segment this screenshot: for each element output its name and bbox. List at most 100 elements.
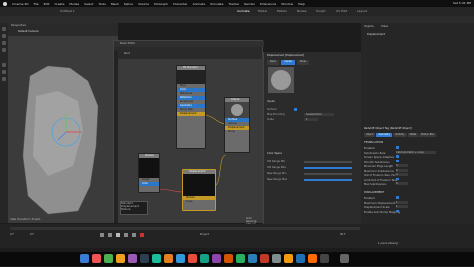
menu-item-create[interactable]: Create: [54, 2, 64, 6]
viewport-camera[interactable]: Default Camera: [18, 30, 38, 33]
tab-sculpt[interactable]: Sculpt: [316, 9, 325, 13]
menu-item-volume[interactable]: Volume: [138, 2, 149, 6]
timeline-ruler[interactable]: [10, 227, 360, 230]
tab-takes[interactable]: Takes: [381, 25, 388, 28]
tab-animate[interactable]: Animate: [237, 9, 250, 13]
left-toolbar: [0, 23, 8, 223]
attr-color-space-title[interactable]: Color Space: [267, 152, 282, 155]
move-tool-icon[interactable]: [2, 27, 6, 31]
command-toolbar: [0, 16, 474, 23]
node-displacement[interactable]: Displacement Texture Scale: [182, 169, 216, 211]
rotate-tool-icon[interactable]: [2, 34, 6, 38]
attr-tab-basic[interactable]: Basic: [267, 60, 280, 65]
tess-max-subdiv-field[interactable]: 6: [396, 168, 408, 172]
tess-enabled-checkbox[interactable]: [396, 146, 399, 149]
node-rs-standard[interactable]: RS Standard Base Color Metalness Reflect…: [176, 65, 206, 149]
material-preview: [268, 67, 294, 93]
tag-tab-motion-blur[interactable]: Motion Blur: [419, 133, 437, 137]
tess-smooth-checkbox[interactable]: [396, 159, 399, 162]
scale-tool-icon[interactable]: [2, 41, 6, 45]
menu-item-modes[interactable]: Modes: [69, 2, 79, 6]
tess-screen-space-checkbox[interactable]: [396, 155, 399, 158]
attributes-section-title[interactable]: Inputs: [267, 100, 275, 103]
menu-item-tracker[interactable]: Tracker: [228, 2, 239, 6]
points-mode-icon[interactable]: [2, 63, 6, 67]
menu-item-help[interactable]: Help: [298, 2, 305, 6]
attributes-panel: Displacement [Displacement] Basic Inputs…: [263, 52, 361, 224]
apple-icon[interactable]: [3, 1, 7, 6]
viewport[interactable]: View Transform: Project: [8, 36, 118, 223]
attr-old-range-min-slider[interactable]: [304, 161, 352, 163]
menu-item-simulate[interactable]: Simulate: [210, 2, 223, 6]
tag-tab-visibility[interactable]: Visibility: [392, 133, 407, 137]
app-icon: [200, 254, 209, 263]
menu-item-mesh[interactable]: Mesh: [111, 2, 119, 6]
tab-objects[interactable]: Objects: [364, 25, 374, 28]
attr-old-range-max-slider[interactable]: [304, 167, 352, 169]
tess-max-subdivisions-field[interactable]: 6: [396, 182, 408, 185]
attr-scale-field[interactable]: 1: [304, 118, 318, 121]
first-frame-icon[interactable]: [100, 233, 104, 237]
macos-dock: [0, 252, 474, 266]
disp-scale-field[interactable]: 1: [396, 205, 408, 208]
timeline-fps[interactable]: Project: [200, 233, 209, 236]
menu-item-mograph[interactable]: MoGraph: [154, 2, 168, 6]
object-list-item[interactable]: Displacement: [367, 33, 385, 36]
node-displacement-preview: [183, 174, 215, 196]
polygons-mode-icon[interactable]: [2, 77, 6, 81]
menu-app[interactable]: Cinema 4D: [12, 2, 29, 6]
timeline-frame[interactable]: 0 F: [30, 233, 34, 236]
attr-map-encoding-select[interactable]: Scalar/Color: [304, 113, 334, 116]
prev-frame-icon[interactable]: [108, 233, 112, 237]
last-frame-icon[interactable]: [132, 233, 136, 237]
disp-auto-bump-checkbox[interactable]: [396, 209, 399, 212]
node-texture[interactable]: Texture Image Color: [138, 153, 160, 193]
tab-uv-edit[interactable]: UV Edit: [336, 9, 347, 13]
tab-motion[interactable]: Motion: [277, 9, 287, 13]
tess-min-edge-field[interactable]: 4: [396, 164, 408, 167]
node-canvas[interactable]: RS Standard Base Color Metalness Reflect…: [118, 59, 264, 223]
tag-tab-geometry[interactable]: Geometry: [376, 133, 392, 137]
tess-frustum-factor-field[interactable]: 4: [396, 173, 408, 176]
attr-surface-checkbox[interactable]: [294, 108, 297, 111]
menu-item-extensions[interactable]: Extensions: [260, 2, 276, 6]
timeline-start[interactable]: 0 F: [10, 233, 14, 236]
tag-tab-object[interactable]: Object: [364, 133, 376, 137]
node-output[interactable]: Output Surface Volume Displacement Bump: [224, 97, 250, 153]
menu-item-window[interactable]: Window: [281, 2, 293, 6]
tab-layout[interactable]: Layout: [357, 9, 367, 13]
timeline-end[interactable]: 90 F: [340, 233, 346, 236]
viewport-label[interactable]: Perspective: [11, 24, 26, 27]
menu-item-select[interactable]: Select: [84, 2, 93, 6]
app-icon: [224, 254, 233, 263]
tab-nodes[interactable]: Nodes: [297, 9, 306, 13]
menu-item-edit[interactable]: Edit: [44, 2, 50, 6]
tess-limit-frustum-checkbox[interactable]: [396, 177, 399, 180]
next-frame-icon[interactable]: [124, 233, 128, 237]
attr-new-range-min-slider[interactable]: [304, 173, 352, 175]
record-icon[interactable]: [140, 233, 144, 237]
attr-tab-inputs[interactable]: Inputs: [281, 60, 295, 65]
node-editor-root[interactable]: Root: [124, 52, 130, 55]
disp-enabled-checkbox[interactable]: [396, 196, 399, 199]
layout-tabs-bar: Untitled 1 Animate Model Motion Nodes Sc…: [0, 7, 474, 16]
menu-item-file[interactable]: File: [34, 2, 39, 6]
displacement-rows: Enabled Maximum Displacement 1 Displaceme…: [364, 196, 472, 214]
app-icon: [236, 254, 245, 263]
attr-new-range-max-slider[interactable]: [304, 179, 352, 181]
menu-item-animate[interactable]: Animate: [193, 2, 206, 6]
menu-item-character[interactable]: Character: [173, 2, 188, 6]
select-tool-icon[interactable]: [2, 48, 6, 52]
disp-max-field[interactable]: 1: [396, 200, 408, 204]
play-icon[interactable]: [116, 233, 120, 237]
tess-rule-select[interactable]: Catmull-Clark + Loop: [396, 150, 436, 154]
menu-item-tools[interactable]: Tools: [98, 2, 105, 6]
attr-tab-node[interactable]: Node: [296, 60, 310, 65]
menu-item-render[interactable]: Render: [244, 2, 255, 6]
tab-model[interactable]: Model: [258, 9, 267, 13]
node-row: Color: [139, 182, 159, 186]
tag-tab-matte[interactable]: Matte: [407, 133, 419, 137]
edges-mode-icon[interactable]: [2, 70, 6, 74]
tab-document[interactable]: Untitled 1: [60, 9, 75, 13]
menu-item-spline[interactable]: Spline: [124, 2, 133, 6]
